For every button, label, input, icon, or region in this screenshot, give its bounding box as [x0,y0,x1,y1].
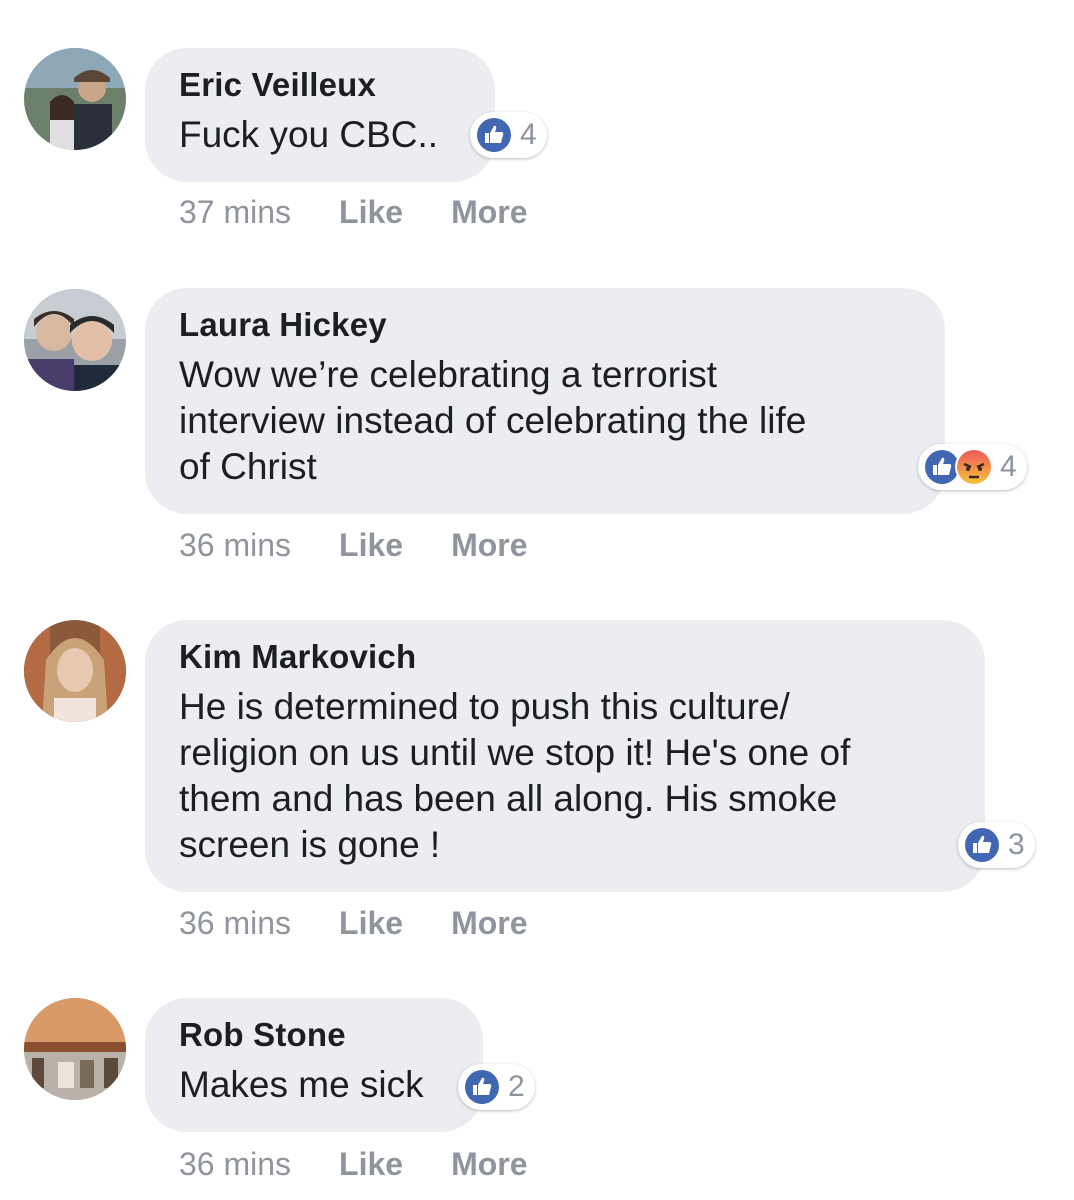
reaction-summary[interactable]: 4 [470,112,547,158]
like-link[interactable]: Like [339,527,403,564]
angry-reaction-icon [955,448,993,486]
reaction-summary[interactable]: 2 [458,1064,535,1110]
like-link[interactable]: Like [339,194,403,231]
more-link[interactable]: More [451,527,527,564]
avatar-photo [24,998,126,1100]
reaction-count: 4 [1000,450,1017,483]
like-reaction-icon [463,1068,501,1106]
comment-timestamp[interactable]: 36 mins [179,1146,291,1183]
comment: Eric Veilleux Fuck you CBC.. 4 37 mins L… [0,0,1074,260]
comment-timestamp[interactable]: 36 mins [179,905,291,942]
comment-bubble: Laura Hickey Wow we’re celebrating a ter… [145,288,945,514]
reaction-summary[interactable]: 4 [918,444,1027,490]
more-link[interactable]: More [451,905,527,942]
comment-timestamp[interactable]: 37 mins [179,194,291,231]
comment-text: Wow we’re celebrating a terrorist interv… [179,354,807,487]
comment-author[interactable]: Kim Markovich [179,640,951,674]
avatar-photo [24,620,126,722]
comment-text: He is determined to push this culture/ r… [179,686,851,865]
comment-author[interactable]: Rob Stone [179,1018,449,1052]
comment-text: Makes me sick [179,1064,424,1105]
like-link[interactable]: Like [339,1146,403,1183]
avatar[interactable] [24,998,126,1100]
comment-bubble: Eric Veilleux Fuck you CBC.. [145,48,495,182]
comment-actions: 36 mins Like More [179,905,528,942]
reaction-summary[interactable]: 3 [958,822,1035,868]
comment-actions: 36 mins Like More [179,1146,528,1183]
reaction-count: 4 [520,118,537,151]
more-link[interactable]: More [451,1146,527,1183]
comment-text: Fuck you CBC.. [179,114,439,155]
avatar-photo [24,289,126,391]
more-link[interactable]: More [451,194,527,231]
comment-author[interactable]: Eric Veilleux [179,68,461,102]
comment-actions: 37 mins Like More [179,194,528,231]
avatar[interactable] [24,289,126,391]
comment-bubble: Kim Markovich He is determined to push t… [145,620,985,892]
comment-timestamp[interactable]: 36 mins [179,527,291,564]
reaction-count: 2 [508,1070,525,1103]
comment-actions: 36 mins Like More [179,527,528,564]
avatar[interactable] [24,48,126,150]
comment-author[interactable]: Laura Hickey [179,308,911,342]
like-link[interactable]: Like [339,905,403,942]
comment-bubble: Rob Stone Makes me sick [145,998,483,1132]
avatar[interactable] [24,620,126,722]
reaction-count: 3 [1008,828,1025,861]
avatar-photo [24,48,126,150]
like-reaction-icon [475,116,513,154]
like-reaction-icon [963,826,1001,864]
